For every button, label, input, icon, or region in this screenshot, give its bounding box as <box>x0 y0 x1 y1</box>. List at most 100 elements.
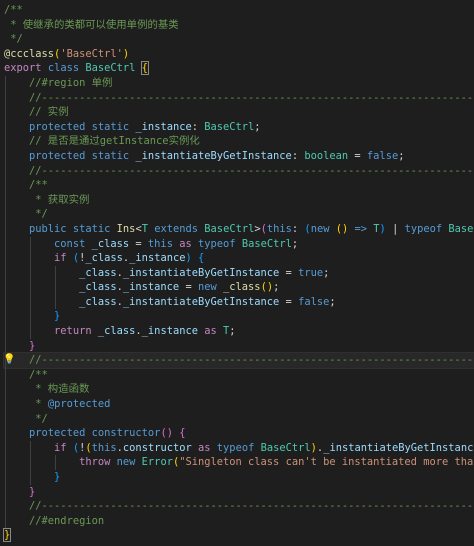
code-token: static <box>91 149 130 162</box>
code-lines[interactable]: /** * 使继承的类都可以使用单例的基类 */@ccclass('BaseCt… <box>2 3 474 543</box>
code-line[interactable]: * 使继承的类都可以使用单例的基类 <box>4 18 474 33</box>
code-token: "Singleton class can't be instantiated m… <box>179 456 474 469</box>
code-line[interactable]: } <box>4 338 474 354</box>
code-token: () <box>160 427 173 440</box>
code-line[interactable]: //--------------------------------------… <box>4 499 474 514</box>
code-token: typeof <box>198 237 236 250</box>
code-token: ; <box>323 266 330 279</box>
code-token: protected <box>29 120 86 133</box>
code-token: return <box>54 325 92 338</box>
lightbulb-icon[interactable]: 💡 <box>3 354 15 366</box>
code-line[interactable]: protected constructor() { <box>4 426 474 441</box>
code-token: false <box>366 149 399 162</box>
code-line[interactable]: // 实例 <box>4 105 474 120</box>
code-line[interactable]: const _class = this as typeof BaseCtrl; <box>4 236 474 252</box>
code-line[interactable]: // 是否是通过getInstance实例化 <box>4 134 474 149</box>
code-line[interactable]: /** <box>4 178 474 193</box>
indent-guide <box>5 513 6 529</box>
code-token: * 构造函数 <box>29 383 90 396</box>
code-token: _instance <box>141 325 198 338</box>
code-token: constructor <box>122 441 192 454</box>
indent-guide <box>5 75 6 91</box>
code-line[interactable]: protected static _instantiateByGetInstan… <box>4 148 474 164</box>
indent-guide <box>5 470 6 485</box>
code-token: BaseCtrl <box>204 120 255 133</box>
code-token: boolean <box>304 149 349 162</box>
code-token: * <box>29 398 48 411</box>
text-cursor <box>10 529 12 542</box>
code-line[interactable]: } <box>4 309 474 325</box>
code-line[interactable]: if (!_class._instance) { <box>4 251 474 266</box>
code-token: 'BaseCtrl' <box>60 47 123 60</box>
code-token: ; <box>291 237 299 250</box>
code-line[interactable]: } <box>2 528 474 543</box>
code-token: { <box>179 427 186 440</box>
code-token: new <box>197 281 217 294</box>
code-token: ) <box>122 47 130 60</box>
code-token: this <box>147 237 173 250</box>
code-line[interactable]: */ <box>4 411 474 427</box>
indent-guide <box>5 382 6 398</box>
code-token: ; <box>273 281 280 294</box>
code-token: //--------------------------------------… <box>29 91 474 104</box>
code-token: ; <box>398 149 405 162</box>
code-token: _instantiateByGetInstance <box>122 266 280 279</box>
code-line[interactable]: //#endregion <box>4 513 474 529</box>
code-token: BaseCtrl <box>204 222 255 235</box>
code-token: protected <box>29 427 86 440</box>
code-token: protected <box>29 149 86 162</box>
code-line[interactable]: * 构造函数 <box>4 382 474 398</box>
code-line[interactable]: //--------------------------------------… <box>4 163 474 179</box>
code-token: ; <box>254 120 261 133</box>
code-line[interactable]: //#region 单例 <box>4 75 474 91</box>
code-line[interactable]: * 获取实例 <box>4 192 474 208</box>
code-line[interactable]: //--------------------------------------… <box>4 90 474 106</box>
code-line[interactable]: /** <box>4 3 474 18</box>
code-line[interactable]: return _class._instance as T; <box>4 324 474 339</box>
indent-guide <box>5 105 6 120</box>
code-editor[interactable]: /** * 使继承的类都可以使用单例的基类 */@ccclass('BaseCt… <box>0 0 474 546</box>
code-line[interactable]: /** <box>4 367 474 383</box>
indent-guide <box>5 207 6 222</box>
code-line[interactable]: protected static _instance: BaseCtrl; <box>4 119 474 135</box>
code-line[interactable]: _class._instance = new _class(); <box>4 280 474 295</box>
code-line[interactable]: } <box>4 470 474 485</box>
code-token: /** <box>29 179 48 192</box>
indent-guide <box>5 236 6 252</box>
code-line[interactable]: export class BaseCtrl { <box>4 61 474 76</box>
code-line[interactable]: 💡 //------------------------------------… <box>3 352 474 369</box>
code-line[interactable]: if (!(this.constructor as typeof BaseCtr… <box>4 440 474 456</box>
code-token: () <box>260 281 274 294</box>
code-token: ; <box>229 325 236 338</box>
indent-guide <box>30 470 32 485</box>
code-token: @protected <box>47 398 111 411</box>
code-token: constructor <box>91 427 161 440</box>
code-token: = <box>129 237 148 250</box>
code-line[interactable]: @ccclass('BaseCtrl') <box>4 47 474 62</box>
code-token: class <box>47 62 80 75</box>
code-line[interactable]: */ <box>4 207 474 222</box>
code-token: as <box>198 441 211 454</box>
code-token: new <box>116 456 136 469</box>
code-line[interactable]: */ <box>4 32 474 47</box>
code-token: () <box>335 222 349 235</box>
code-line[interactable]: * @protected <box>4 397 474 412</box>
code-line[interactable]: } <box>4 484 474 500</box>
code-line[interactable]: throw new Error("Singleton class can't b… <box>4 455 474 470</box>
code-line[interactable]: _class._instantiateByGetInstance = true; <box>4 265 474 281</box>
code-line[interactable]: _class._instantiateByGetInstance = false… <box>4 294 474 310</box>
indent-guide <box>30 236 32 252</box>
code-line[interactable]: public static Ins<T extends BaseCtrl>(th… <box>4 221 474 237</box>
code-token: BaseCtrl <box>260 441 311 454</box>
